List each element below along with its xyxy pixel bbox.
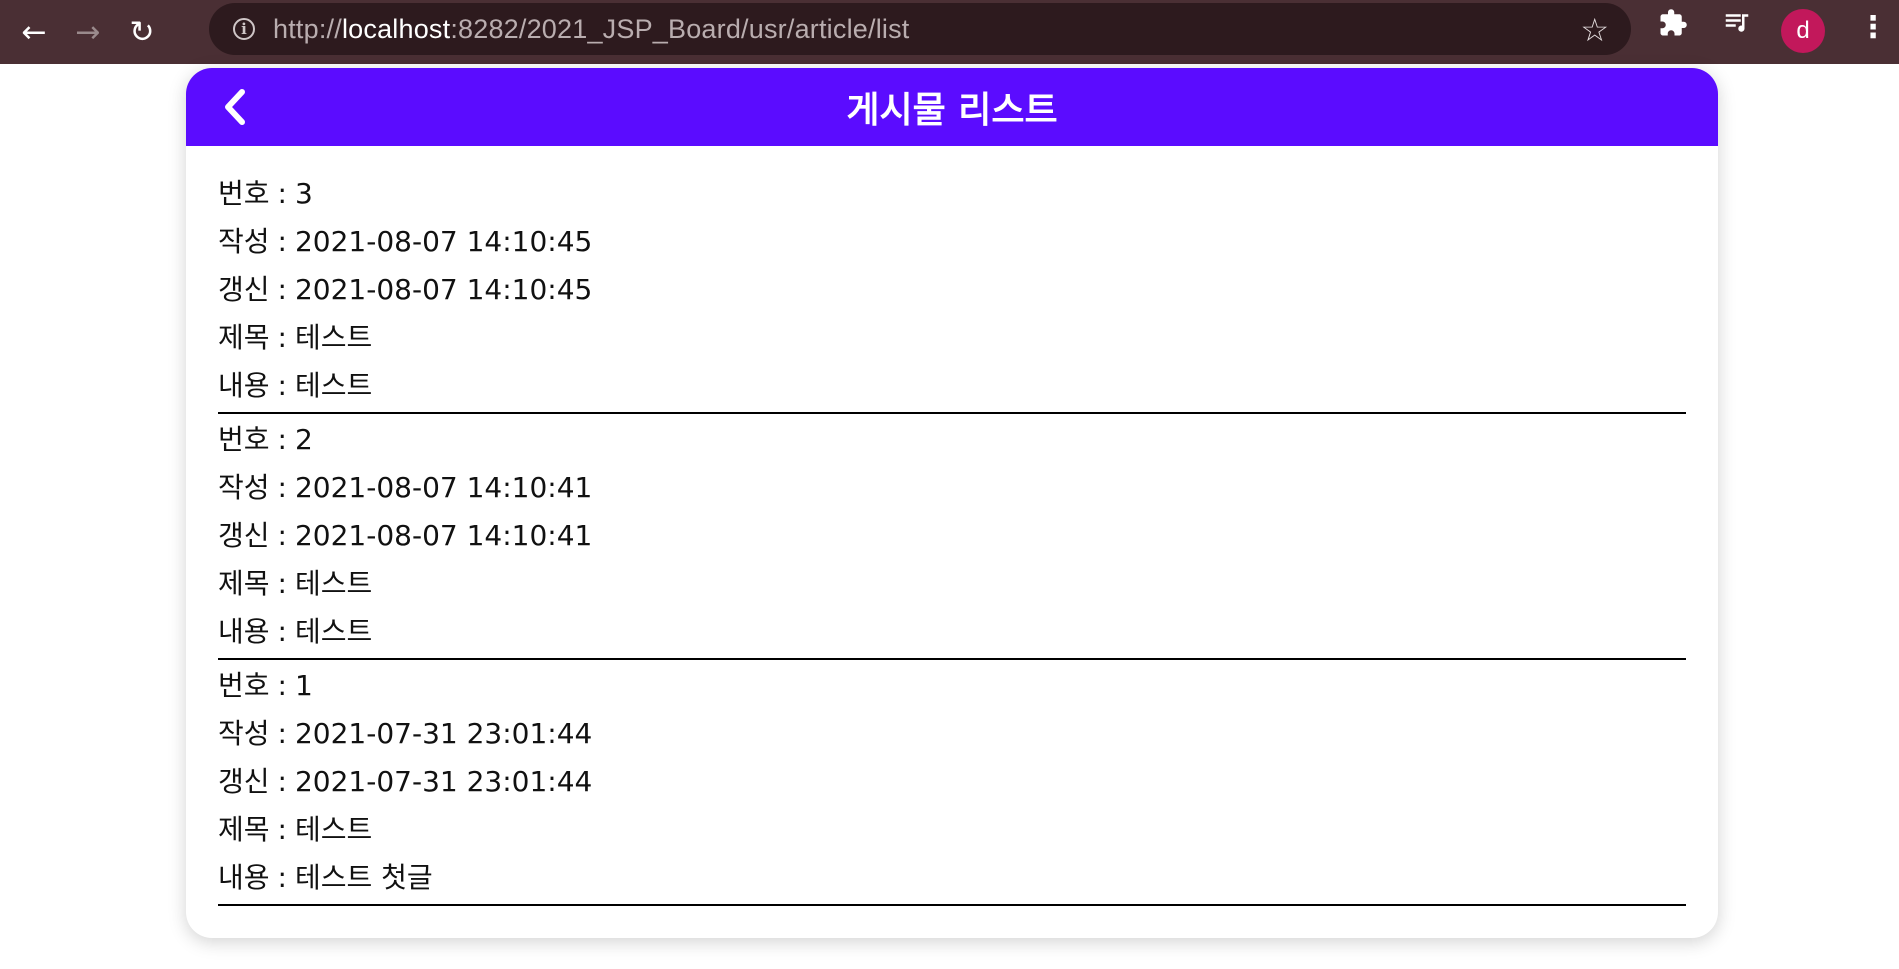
article-body: 테스트 첫글 (294, 861, 433, 894)
article-title-row: 제목: 테스트 (218, 560, 1686, 608)
separator: : (277, 423, 287, 456)
arrow-left-icon[interactable]: ← (14, 12, 54, 52)
article-reg-date: 2021-08-07 14:10:45 (294, 225, 593, 258)
update-date-label: 갱신 (218, 273, 270, 306)
article-update-date: 2021-08-07 14:10:41 (294, 519, 593, 552)
page-header: 게시물 리스트 (186, 68, 1718, 146)
separator: : (277, 765, 287, 798)
article-body-row: 내용: 테스트 (218, 362, 1686, 410)
update-date-label: 갱신 (218, 765, 270, 798)
body-label: 내용 (218, 369, 270, 402)
reg-date-label: 작성 (218, 225, 270, 258)
article-body: 테스트 (294, 615, 373, 648)
article-item: 번호:2 작성:2021-08-07 14:10:41 갱신:2021-08-0… (218, 416, 1686, 660)
article-title-row: 제목: 테스트 (218, 806, 1686, 854)
article-item: 번호:1 작성:2021-07-31 23:01:44 갱신:2021-07-3… (218, 662, 1686, 906)
url-path: :8282/2021_JSP_Board/usr/article/list (450, 13, 910, 44)
url-scheme: http:// (273, 13, 342, 44)
article-reg-date-row: 작성:2021-08-07 14:10:41 (218, 464, 1686, 512)
url-host: localhost (341, 13, 451, 44)
article-list-card: 게시물 리스트 번호:3 작성:2021-08-07 14:10:45 갱신:2… (186, 68, 1718, 938)
article-title[interactable]: 테스트 (295, 567, 372, 600)
chevron-left-icon[interactable] (214, 80, 258, 134)
article-id: 1 (294, 669, 313, 702)
title-label: 제목 (218, 567, 270, 600)
puzzle-icon[interactable] (1658, 8, 1688, 49)
title-label: 제목 (218, 813, 270, 846)
body-label: 내용 (218, 861, 270, 894)
separator: : (277, 321, 287, 354)
id-label: 번호 (218, 669, 270, 702)
article-item: 번호:3 작성:2021-08-07 14:10:45 갱신:2021-08-0… (218, 170, 1686, 414)
article-id-row: 번호:1 (218, 662, 1686, 710)
article-id-row: 번호:2 (218, 416, 1686, 464)
article-update-date-row: 갱신:2021-08-07 14:10:41 (218, 512, 1686, 560)
article-update-date: 2021-08-07 14:10:45 (294, 273, 593, 306)
separator: : (277, 861, 287, 894)
title-label: 제목 (218, 321, 270, 354)
id-label: 번호 (218, 177, 270, 210)
address-bar[interactable]: i http://localhost:8282/2021_JSP_Board/u… (209, 3, 1631, 55)
article-update-date-row: 갱신:2021-08-07 14:10:45 (218, 266, 1686, 314)
page-title: 게시물 리스트 (846, 90, 1058, 131)
article-list: 번호:3 작성:2021-08-07 14:10:45 갱신:2021-08-0… (218, 170, 1686, 908)
article-id: 2 (294, 423, 313, 456)
kebab-menu-icon[interactable]: ⋮ (1858, 8, 1888, 48)
article-reg-date: 2021-07-31 23:01:44 (294, 717, 593, 750)
browser-toolbar: ← → ↻ i http://localhost:8282/2021_JSP_B… (0, 0, 1899, 64)
separator: : (277, 669, 287, 702)
body-label: 내용 (218, 615, 270, 648)
media-queue-icon[interactable] (1722, 8, 1752, 49)
avatar[interactable]: d (1781, 9, 1825, 53)
article-body: 테스트 (294, 369, 373, 402)
article-title[interactable]: 테스트 (295, 321, 372, 354)
separator: : (277, 717, 287, 750)
article-update-date-row: 갱신:2021-07-31 23:01:44 (218, 758, 1686, 806)
star-icon[interactable]: ☆ (1580, 11, 1609, 49)
update-date-label: 갱신 (218, 519, 270, 552)
article-reg-date-row: 작성:2021-07-31 23:01:44 (218, 710, 1686, 758)
article-title[interactable]: 테스트 (295, 813, 372, 846)
separator: : (277, 519, 287, 552)
article-id-row: 번호:3 (218, 170, 1686, 218)
article-reg-date: 2021-08-07 14:10:41 (294, 471, 593, 504)
id-label: 번호 (218, 423, 270, 456)
article-update-date: 2021-07-31 23:01:44 (294, 765, 593, 798)
separator: : (277, 177, 287, 210)
separator: : (277, 813, 287, 846)
separator: : (277, 369, 287, 402)
arrow-right-icon[interactable]: → (68, 12, 108, 52)
separator: : (277, 273, 287, 306)
article-id: 3 (294, 177, 313, 210)
url-text[interactable]: http://localhost:8282/2021_JSP_Board/usr… (273, 14, 910, 45)
reg-date-label: 작성 (218, 717, 270, 750)
article-body-row: 내용: 테스트 첫글 (218, 854, 1686, 902)
article-title-row: 제목: 테스트 (218, 314, 1686, 362)
reload-icon[interactable]: ↻ (122, 12, 162, 52)
reg-date-label: 작성 (218, 471, 270, 504)
separator: : (277, 471, 287, 504)
separator: : (277, 225, 287, 258)
separator: : (277, 567, 287, 600)
article-reg-date-row: 작성:2021-08-07 14:10:45 (218, 218, 1686, 266)
info-icon[interactable]: i (233, 18, 255, 40)
separator: : (277, 615, 287, 648)
article-body-row: 내용: 테스트 (218, 608, 1686, 656)
